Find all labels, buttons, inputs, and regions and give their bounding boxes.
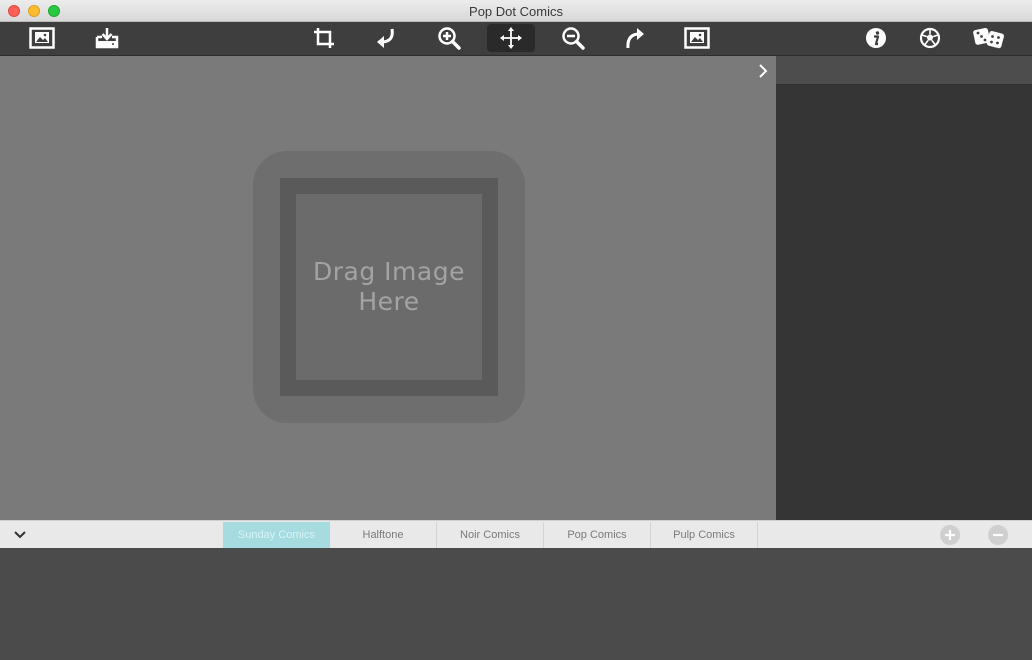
dice-icon (973, 27, 1004, 49)
tab-pulp-comics[interactable]: Pulp Comics (651, 522, 758, 548)
drop-zone[interactable]: Drag Image Here (253, 151, 525, 423)
toolbar (0, 22, 1032, 56)
effects-button[interactable] (906, 24, 954, 52)
zoom-in-icon (438, 27, 461, 50)
open-image-icon (29, 27, 55, 49)
app-window: Pop Dot Comics Drag Image Here Sunday Co… (0, 0, 1032, 660)
save-button[interactable] (83, 24, 131, 52)
add-preset-button[interactable] (940, 525, 960, 545)
preset-thumbnail-strip[interactable] (0, 548, 1032, 660)
soccer-ball-icon (919, 27, 941, 49)
move-button[interactable] (487, 24, 535, 52)
tab-halftone[interactable]: Halftone (330, 522, 437, 548)
window-title: Pop Dot Comics (469, 4, 563, 19)
image-canvas[interactable]: Drag Image Here (0, 56, 776, 520)
save-to-disk-icon (95, 28, 119, 49)
tab-pop-comics[interactable]: Pop Comics (544, 522, 651, 548)
zoom-out-icon (562, 27, 585, 50)
crop-button[interactable] (300, 24, 348, 52)
drop-zone-frame: Drag Image Here (280, 178, 498, 396)
remove-preset-button[interactable] (988, 525, 1008, 545)
fit-image-icon (684, 27, 710, 49)
tab-noir-comics[interactable]: Noir Comics (437, 522, 544, 548)
tab-sunday-comics[interactable]: Sunday Comics (223, 522, 330, 548)
drop-zone-text: Drag Image Here (313, 257, 465, 316)
chevron-right-icon[interactable] (754, 62, 772, 80)
fit-image-button[interactable] (673, 24, 721, 52)
filter-tab-bar: Sunday Comics Halftone Noir Comics Pop C… (0, 520, 1032, 548)
rotate-left-icon (377, 28, 394, 48)
chevron-down-icon[interactable] (12, 528, 28, 542)
open-image-button[interactable] (18, 24, 66, 52)
drop-zone-inner: Drag Image Here (296, 194, 482, 380)
plus-icon (945, 530, 955, 540)
randomize-button[interactable] (965, 24, 1013, 52)
zoom-out-button[interactable] (549, 24, 597, 52)
rotate-left-button[interactable] (362, 24, 410, 52)
title-bar[interactable]: Pop Dot Comics (0, 0, 1032, 22)
info-button[interactable] (852, 24, 900, 52)
crop-icon (314, 28, 334, 48)
zoom-in-button[interactable] (425, 24, 473, 52)
right-panel-header (776, 56, 1032, 85)
move-icon (500, 27, 522, 49)
right-panel (776, 56, 1032, 520)
minus-icon (993, 533, 1003, 537)
rotate-right-icon (626, 28, 644, 49)
rotate-right-button[interactable] (611, 24, 659, 52)
info-icon (866, 28, 886, 48)
